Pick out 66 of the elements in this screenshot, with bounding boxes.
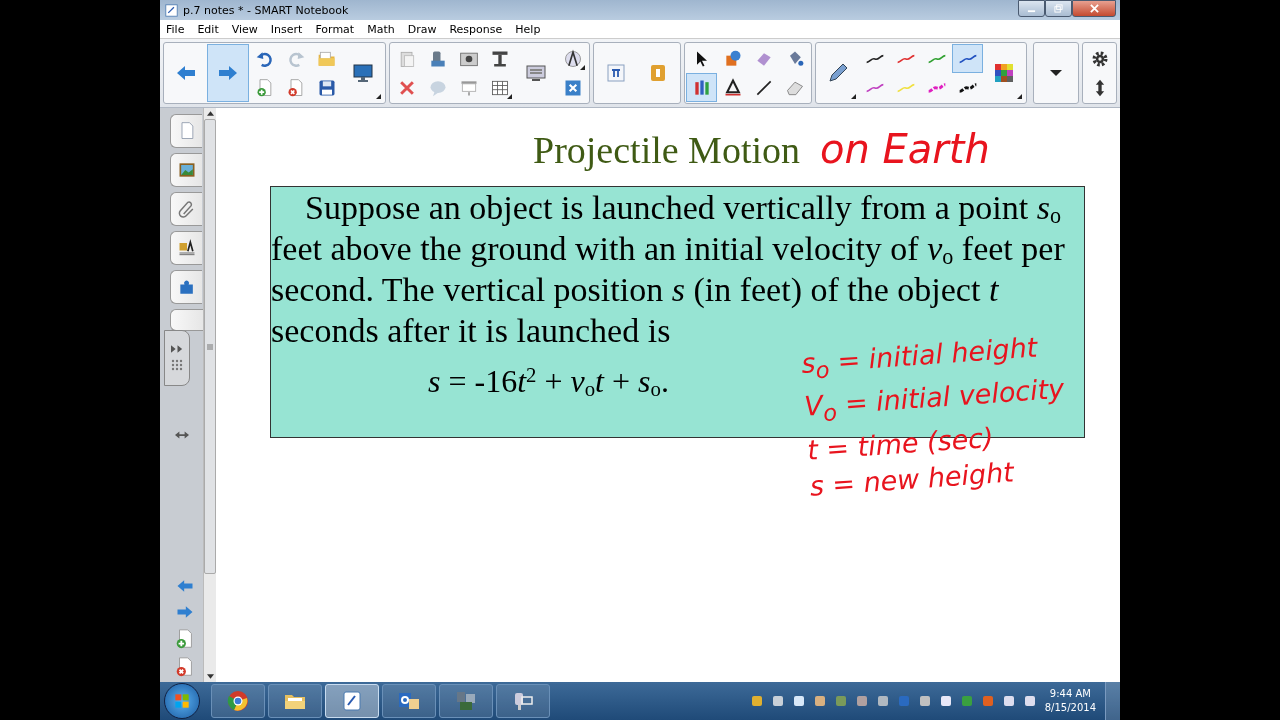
restore-icon — [1054, 4, 1063, 13]
grip-icon — [171, 359, 183, 371]
menu-item[interactable]: File — [166, 22, 185, 36]
corner-arrow-icon — [580, 65, 585, 70]
sidebar-tab[interactable] — [170, 153, 202, 187]
notebook-icon — [165, 3, 178, 17]
handwritten-text: on Earth — [820, 126, 990, 172]
tray-icon[interactable] — [813, 695, 826, 707]
page-title: Projectile Motion — [533, 128, 801, 172]
clock-date: 8/15/2014 — [1044, 701, 1096, 715]
tray-icon[interactable] — [876, 695, 889, 707]
menu-item[interactable]: Format — [315, 22, 355, 36]
start-button[interactable] — [164, 683, 200, 719]
color-palette-icon — [992, 61, 1016, 85]
taskbar-button[interactable] — [382, 684, 436, 718]
scroll-down-icon[interactable] — [206, 674, 214, 679]
maximize-button[interactable] — [1045, 0, 1072, 17]
menu-item[interactable]: Math — [367, 22, 395, 36]
tray-icon[interactable] — [939, 695, 952, 707]
grip-icon — [207, 343, 213, 350]
menu-item[interactable]: Help — [515, 22, 541, 36]
scroll-thumb[interactable] — [204, 119, 216, 574]
double-chevron-icon — [170, 345, 184, 353]
left-right-arrow-icon[interactable] — [175, 431, 189, 439]
show-desktop-button[interactable] — [1105, 682, 1120, 720]
tray-icon[interactable] — [1023, 695, 1036, 707]
compass-icon — [562, 48, 583, 69]
taskbar-button[interactable] — [211, 684, 265, 718]
browser-icon — [226, 689, 250, 713]
tray-icon[interactable] — [855, 695, 868, 707]
math-icon — [604, 61, 628, 85]
taskbar-button[interactable] — [268, 684, 322, 718]
tray-icon[interactable] — [1002, 695, 1015, 707]
taskbar-button[interactable] — [496, 684, 550, 718]
sidebar-handle[interactable] — [164, 330, 190, 386]
formula: s = -16t$^{2}$ + v$_{o}$t + s$_{o}$. — [428, 363, 669, 399]
minimize-button[interactable] — [1018, 0, 1045, 17]
monitor-icon — [351, 61, 375, 85]
tray-icon[interactable] — [771, 695, 784, 707]
corner-arrow-icon — [851, 94, 856, 99]
tray-icon[interactable] — [918, 695, 931, 707]
program-icon — [454, 689, 478, 713]
sidebar-tab[interactable] — [170, 231, 202, 265]
windows-logo-icon — [174, 693, 190, 709]
scrollbar[interactable] — [203, 108, 216, 682]
menu-item[interactable]: Response — [449, 22, 503, 36]
menu-item[interactable]: Draw — [407, 22, 437, 36]
dropdown-icon — [1050, 70, 1062, 76]
menu-item[interactable]: Edit — [197, 22, 219, 36]
tray-icon[interactable] — [792, 695, 805, 707]
scroll-up-icon[interactable] — [206, 111, 214, 116]
menu-item[interactable]: View — [231, 22, 258, 36]
sidebar-tab[interactable] — [170, 270, 202, 304]
corner-arrow-icon — [507, 94, 512, 99]
corner-arrow-icon — [1017, 94, 1022, 99]
notebook-icon — [340, 689, 364, 713]
close-button[interactable] — [1072, 0, 1116, 17]
clock-time: 9:44 AM — [1049, 687, 1091, 701]
close-icon — [1089, 4, 1099, 13]
corner-arrow-icon — [376, 94, 381, 99]
window-title: p.7 notes * - SMART Notebook — [183, 3, 350, 17]
menu-item[interactable]: Insert — [270, 22, 303, 36]
pencil-icon — [826, 61, 850, 85]
sidebar-tab[interactable] — [170, 192, 202, 226]
taskbar-button[interactable] — [439, 684, 493, 718]
tray-icon[interactable] — [750, 695, 763, 707]
